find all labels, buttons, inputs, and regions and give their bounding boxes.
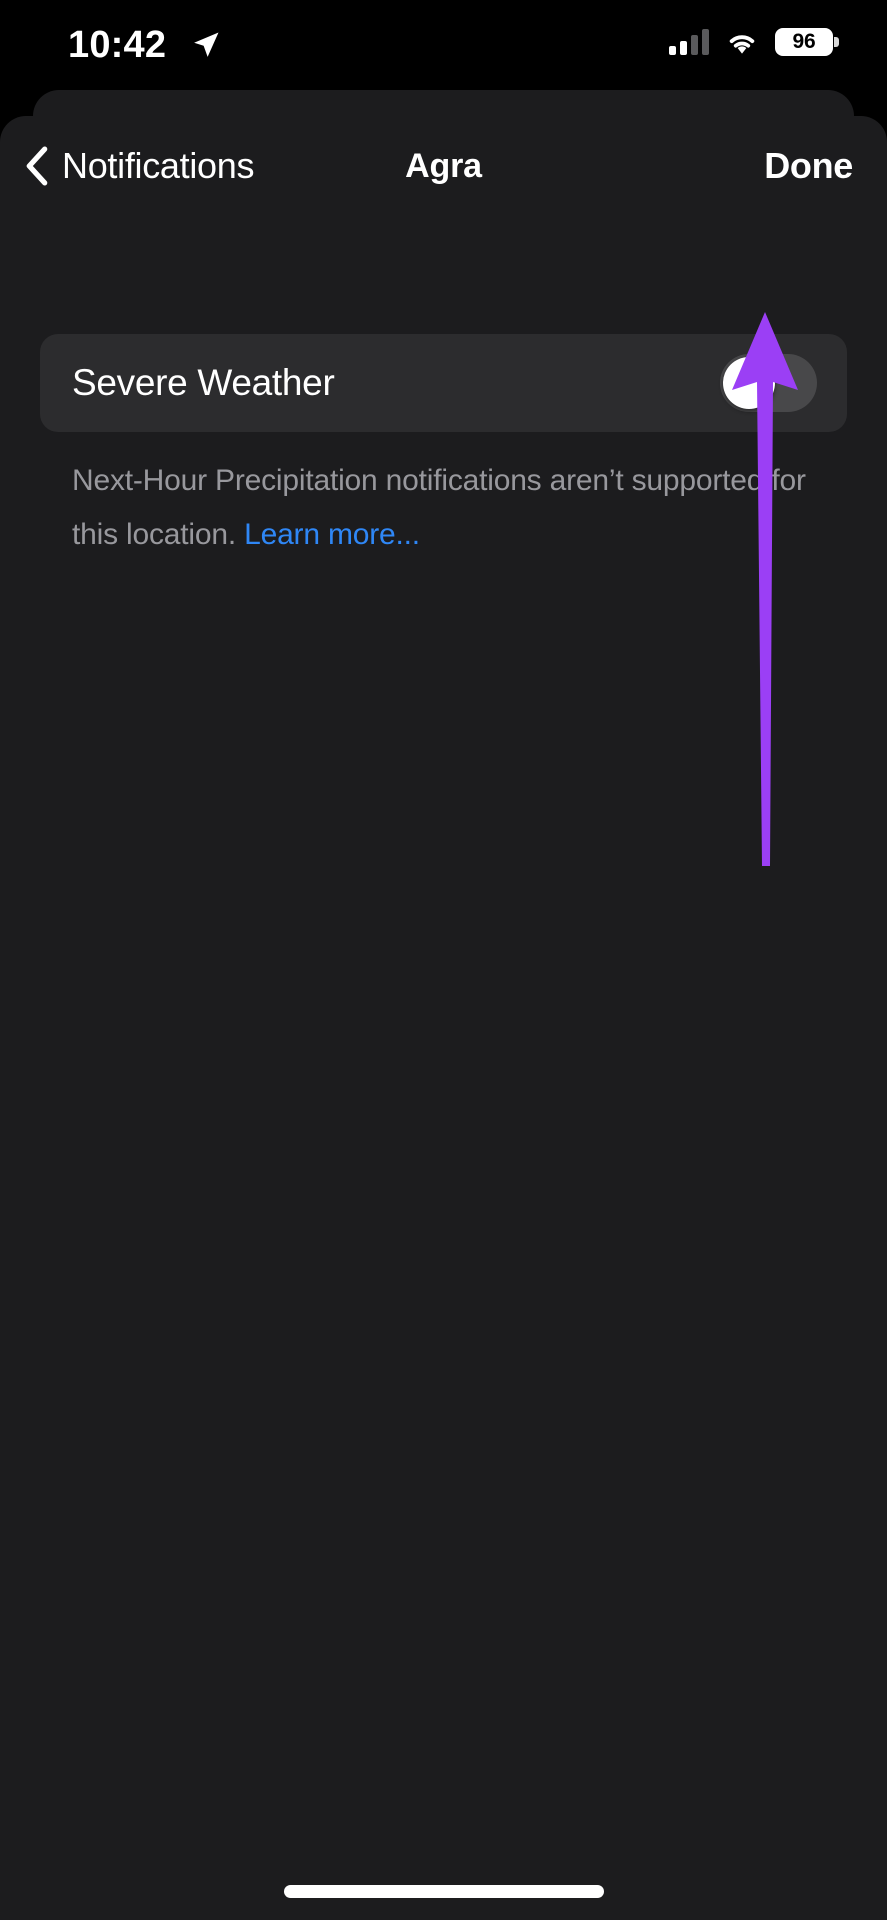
battery-icon: 96 — [775, 28, 839, 56]
navigation-bar: Notifications Agra Done — [0, 116, 887, 216]
status-bar-indicators: 96 — [669, 28, 839, 56]
back-button[interactable]: Notifications — [18, 116, 260, 216]
done-button[interactable]: Done — [754, 116, 863, 216]
battery-nub — [834, 37, 839, 47]
status-bar-time: 10:42 — [68, 24, 167, 66]
footnote-text: Next-Hour Precipitation notifications ar… — [72, 454, 822, 562]
iphone-screen: 10:42 96 Notifications Agra Done Severe … — [0, 0, 887, 1920]
footnote-body: Next-Hour Precipitation notifications ar… — [72, 464, 806, 551]
wifi-icon — [729, 35, 755, 54]
chevron-left-icon — [26, 146, 48, 186]
severe-weather-label: Severe Weather — [72, 362, 335, 403]
status-bar: 10:42 96 — [0, 0, 887, 92]
learn-more-link[interactable]: Learn more... — [244, 518, 420, 551]
severe-weather-row[interactable]: Severe Weather — [40, 334, 847, 432]
location-arrow-icon — [194, 32, 219, 57]
home-indicator[interactable] — [283, 1885, 604, 1898]
notification-settings-sheet: Notifications Agra Done Severe Weather N… — [0, 116, 887, 1920]
severe-weather-toggle[interactable] — [720, 354, 817, 412]
toggle-knob — [723, 357, 775, 409]
battery-percent-label: 96 — [792, 30, 816, 53]
back-button-label: Notifications — [62, 145, 255, 186]
cellular-signal-icon — [669, 29, 709, 55]
